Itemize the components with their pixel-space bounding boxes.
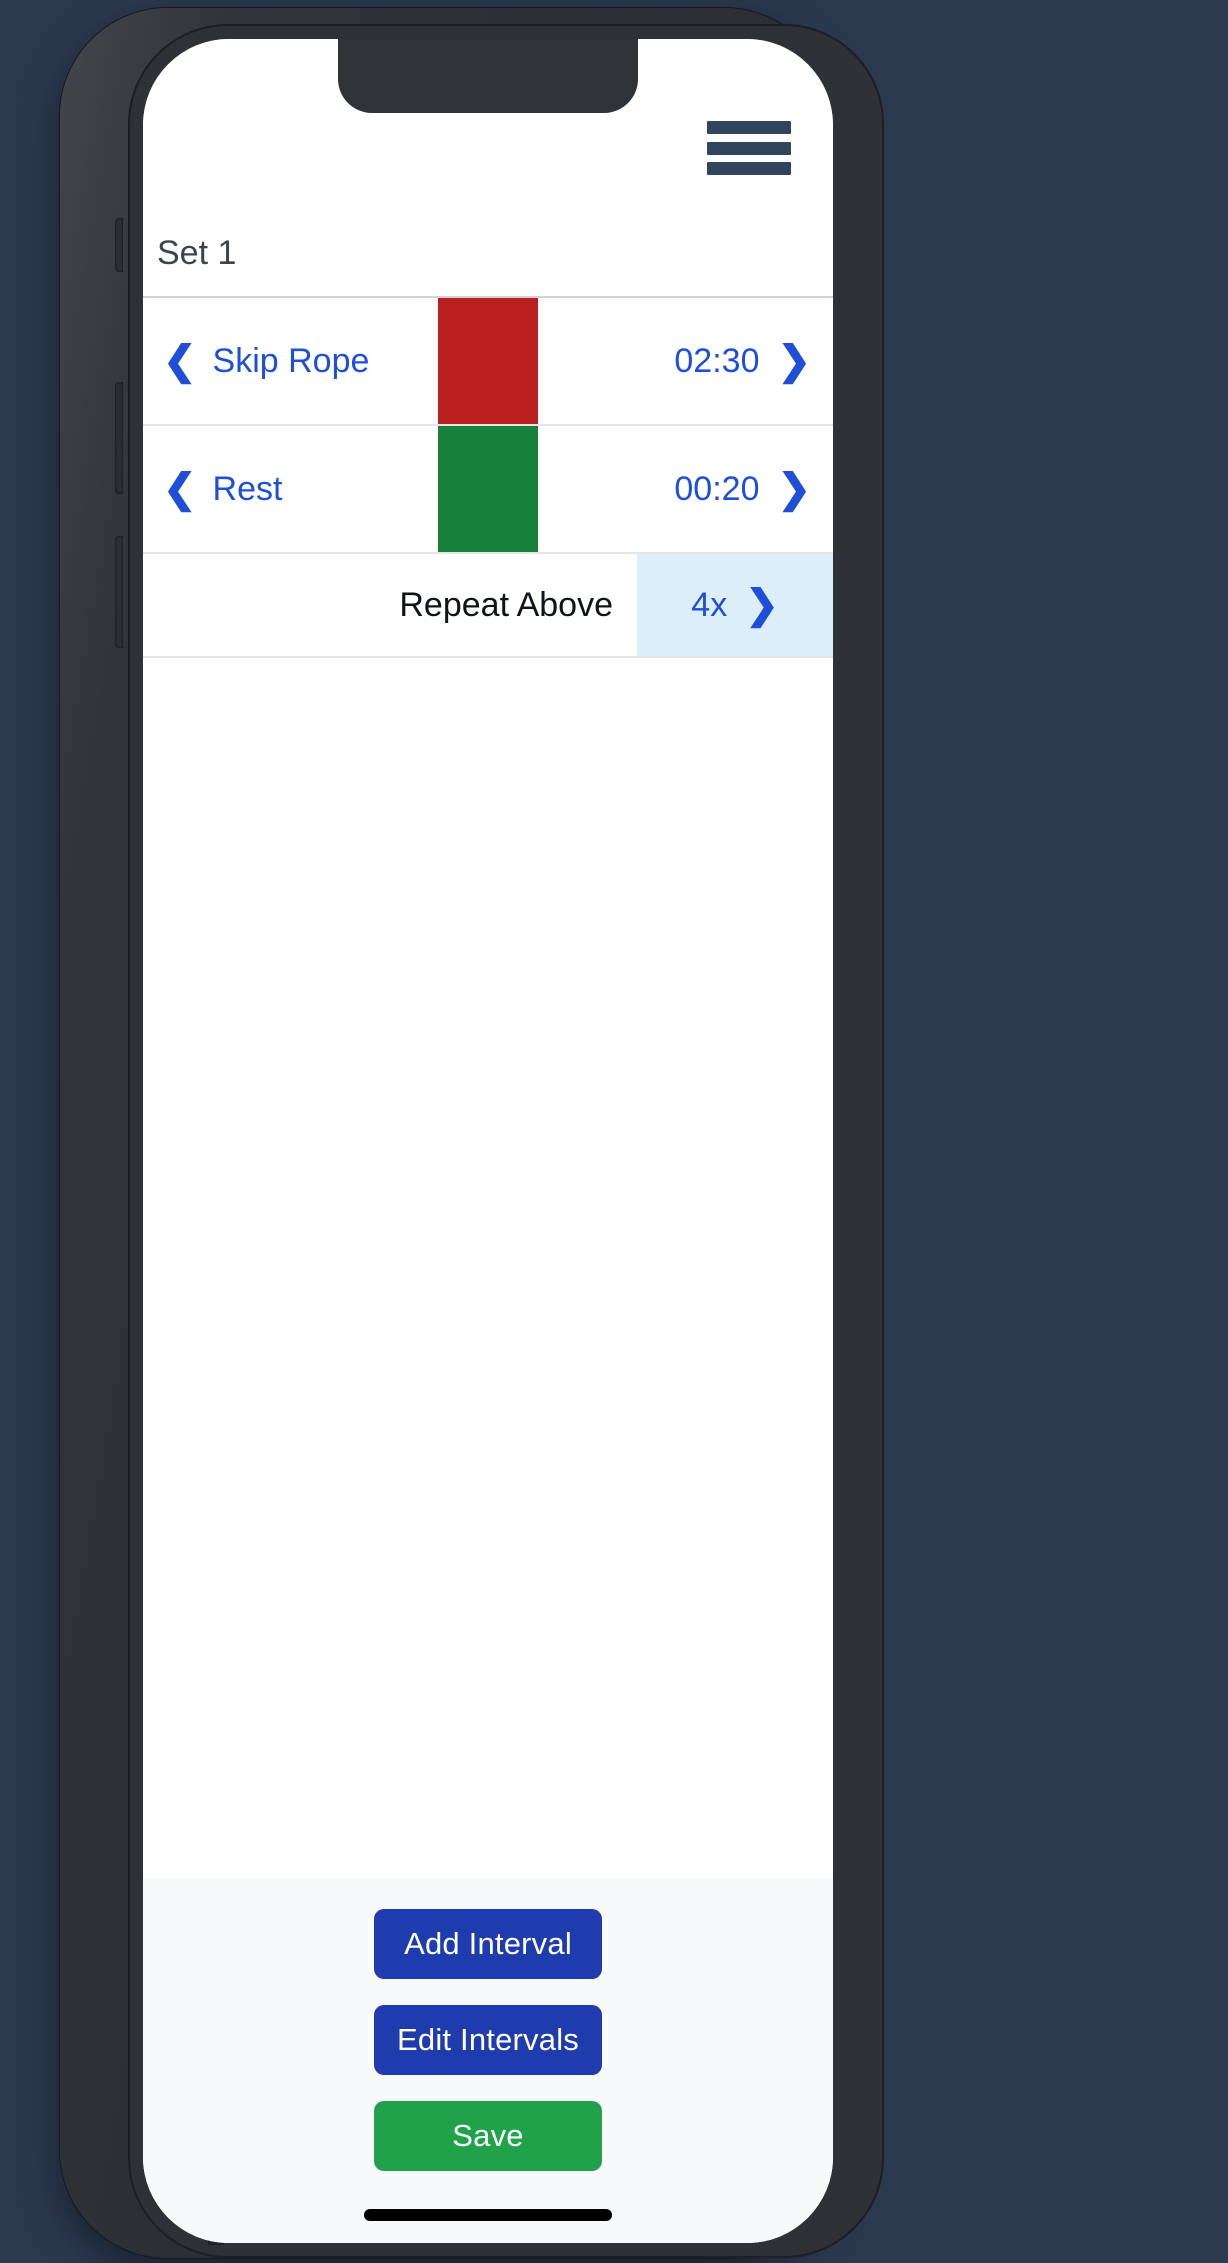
set-title: Set 1 <box>143 211 833 298</box>
save-button[interactable]: Save <box>374 2101 602 2171</box>
chevron-right-icon[interactable] <box>777 341 811 381</box>
hamburger-bar-3 <box>707 162 791 175</box>
interval-row-right[interactable]: 02:30 <box>674 341 833 381</box>
repeat-count-value: 4x <box>691 585 728 624</box>
repeat-count-stepper[interactable]: 4x <box>637 554 833 656</box>
phone-screen: Set 1 Skip Rope 02:30 <box>143 39 833 2243</box>
repeat-above-row: Repeat Above 4x <box>143 554 833 658</box>
volume-up-button[interactable] <box>115 382 123 494</box>
chevron-left-icon[interactable] <box>163 341 197 381</box>
interval-row[interactable]: Skip Rope 02:30 <box>143 298 833 426</box>
hamburger-menu-icon[interactable] <box>707 121 791 175</box>
chevron-right-icon[interactable] <box>745 585 779 625</box>
interval-duration: 02:30 <box>674 341 760 380</box>
interval-row-left[interactable]: Rest <box>143 469 283 509</box>
interval-row-right[interactable]: 00:20 <box>674 469 833 509</box>
hamburger-bar-2 <box>707 141 791 155</box>
app-footer: Add Interval Edit Intervals Save <box>143 1879 833 2243</box>
phone-device-frame: Set 1 Skip Rope 02:30 <box>60 8 884 2258</box>
interval-row-left[interactable]: Skip Rope <box>143 341 370 381</box>
interval-row[interactable]: Rest 00:20 <box>143 426 833 554</box>
interval-name: Rest <box>212 469 283 508</box>
volume-down-button[interactable] <box>115 536 123 648</box>
edit-intervals-button[interactable]: Edit Intervals <box>374 2005 602 2075</box>
interval-list-empty-space <box>143 658 833 1879</box>
page-root: Set 1 Skip Rope 02:30 <box>0 0 1228 2263</box>
silent-switch-button[interactable] <box>115 218 123 272</box>
device-notch <box>338 39 638 113</box>
chevron-left-icon[interactable] <box>163 469 197 509</box>
interval-color-bar <box>438 298 538 424</box>
repeat-above-label: Repeat Above <box>399 585 613 624</box>
add-interval-button[interactable]: Add Interval <box>374 1909 602 1979</box>
chevron-right-icon[interactable] <box>777 469 811 509</box>
interval-color-bar <box>438 426 538 552</box>
interval-name: Skip Rope <box>212 341 370 380</box>
interval-timer-app: Set 1 Skip Rope 02:30 <box>143 39 833 2243</box>
interval-duration: 00:20 <box>674 469 760 508</box>
hamburger-bar-1 <box>707 121 791 134</box>
home-indicator[interactable] <box>364 2209 612 2221</box>
